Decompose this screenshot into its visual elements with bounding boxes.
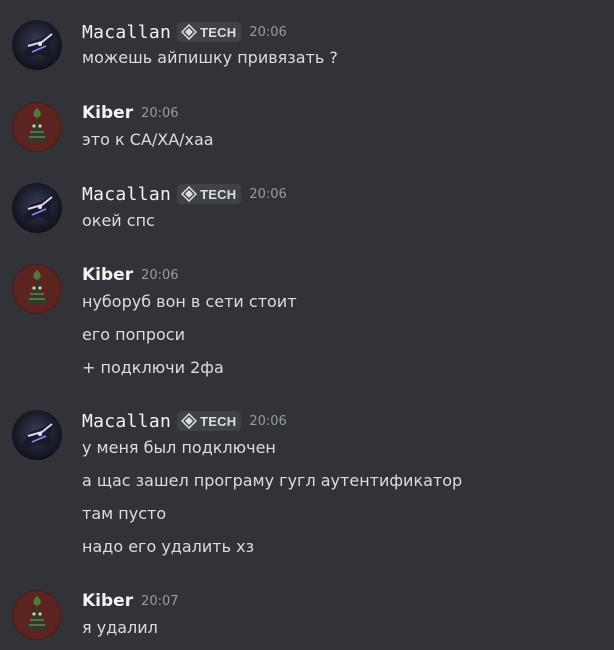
message-header: Macallan TECH 20:06: [82, 183, 287, 205]
tech-tag-icon: [181, 186, 198, 202]
tech-tag-icon: [181, 413, 198, 429]
timestamp[interactable]: 20:06: [249, 187, 286, 202]
message-text: + подключи 2фа: [82, 358, 224, 377]
message-text: можешь айпишку привязать ?: [82, 48, 338, 67]
dark-creature-avatar-icon: [12, 410, 62, 460]
server-tag[interactable]: TECH: [177, 411, 242, 431]
tag-label: TECH: [200, 186, 237, 202]
message-text: его попроси: [82, 325, 185, 344]
message-text: надо его удалить хз: [82, 537, 255, 556]
message-text: нуборуб вон в сети стоит: [82, 292, 297, 311]
avatar-macallan[interactable]: [12, 183, 62, 233]
username[interactable]: Kiber: [82, 591, 133, 611]
timestamp[interactable]: 20:06: [249, 25, 286, 40]
plant-creature-avatar-icon: [12, 102, 62, 152]
tech-tag-icon: [181, 24, 198, 40]
message-header: Kiber 20:06: [82, 102, 179, 124]
avatar-kiber[interactable]: [12, 590, 62, 640]
server-tag[interactable]: TECH: [177, 22, 242, 42]
plant-creature-avatar-icon: [12, 264, 62, 314]
tag-label: TECH: [200, 413, 237, 429]
username[interactable]: Macallan: [82, 184, 171, 205]
avatar-macallan[interactable]: [12, 410, 62, 460]
message-text: окей спс: [82, 211, 155, 230]
avatar-kiber[interactable]: [12, 264, 62, 314]
username[interactable]: Macallan: [82, 411, 171, 432]
message-text: а щас зашел програму гугл аутентификатор: [82, 471, 463, 490]
message-text: там пусто: [82, 504, 167, 523]
timestamp[interactable]: 20:06: [141, 268, 178, 283]
message-text: это к СА/ХА/хаа: [82, 130, 214, 149]
username[interactable]: Kiber: [82, 103, 133, 123]
server-tag[interactable]: TECH: [177, 184, 242, 204]
message-header: Macallan TECH 20:06: [82, 21, 287, 43]
dark-creature-avatar-icon: [12, 183, 62, 233]
username[interactable]: Macallan: [82, 22, 171, 43]
message-header: Kiber 20:07: [82, 590, 179, 612]
chat-message-list: Macallan TECH 20:06 можешь айпишку привя…: [0, 0, 614, 650]
plant-creature-avatar-icon: [12, 590, 62, 640]
timestamp[interactable]: 20:06: [141, 106, 178, 121]
message-text: я удалил: [82, 618, 158, 637]
username[interactable]: Kiber: [82, 265, 133, 285]
message-header: Kiber 20:06: [82, 264, 179, 286]
timestamp[interactable]: 20:06: [249, 414, 286, 429]
dark-creature-avatar-icon: [12, 20, 62, 70]
tag-label: TECH: [200, 24, 237, 40]
message-header: Macallan TECH 20:06: [82, 410, 287, 432]
avatar-macallan[interactable]: [12, 20, 62, 70]
avatar-kiber[interactable]: [12, 102, 62, 152]
timestamp[interactable]: 20:07: [141, 594, 178, 609]
message-text: у меня был подключен: [82, 438, 276, 457]
